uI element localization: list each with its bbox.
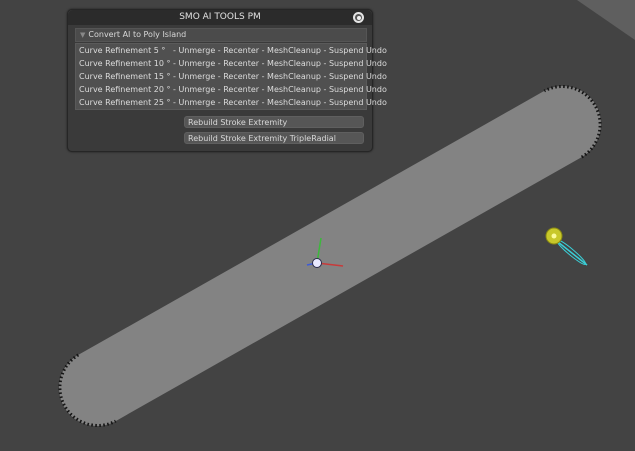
curve-refinement-25-button[interactable]: Curve Refinement 25 ° - Unmerge - Recent…	[76, 96, 387, 109]
section-label: Convert AI to Poly Island	[88, 30, 187, 39]
curve-refinement-10-button[interactable]: Curve Refinement 10 ° - Unmerge - Recent…	[76, 57, 387, 70]
curve-refinement-15-button[interactable]: Curve Refinement 15 ° - Unmerge - Recent…	[76, 70, 387, 83]
triangle-down-icon: ▼	[80, 31, 86, 39]
smo-ai-tools-panel: SMO AI TOOLS PM ▼ Convert AI to Poly Isla…	[67, 9, 387, 152]
curve-refinement-list: Curve Refinement 5 ° - Unmerge - Recente…	[75, 43, 387, 110]
curve-refinement-5-button[interactable]: Curve Refinement 5 ° - Unmerge - Recente…	[76, 44, 387, 57]
section-convert-ai-header[interactable]: ▼ Convert AI to Poly Island	[75, 28, 367, 42]
mesh-body	[59, 86, 601, 426]
rebuild-stroke-extremity-triple-radial-button[interactable]: Rebuild Stroke Extremity TripleRadial	[184, 132, 364, 144]
rebuild-stroke-extremity-button[interactable]: Rebuild Stroke Extremity	[184, 116, 364, 128]
curve-refinement-20-button[interactable]: Curve Refinement 20 ° - Unmerge - Recent…	[76, 83, 387, 96]
panel-title: SMO AI TOOLS PM	[68, 10, 372, 25]
background-corner	[577, 0, 635, 40]
radio-close-icon[interactable]	[353, 12, 364, 23]
light-icon[interactable]	[545, 227, 588, 267]
